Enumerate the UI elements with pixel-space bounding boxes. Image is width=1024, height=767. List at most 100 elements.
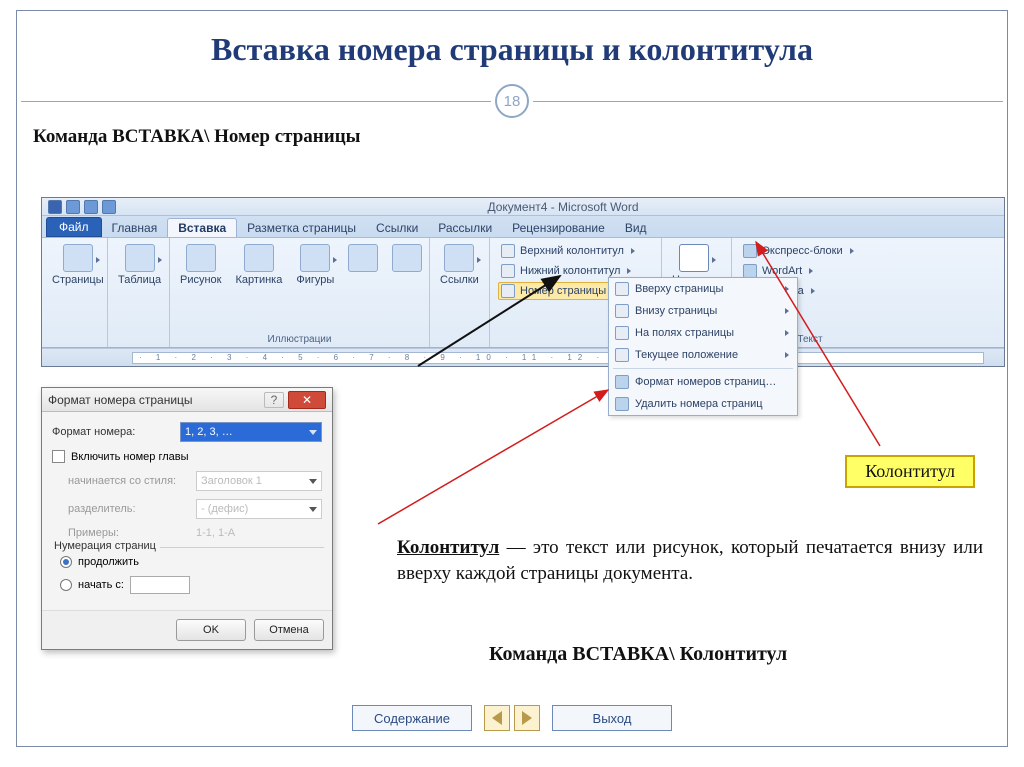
definition-paragraph: Колонтитул — это текст или рисунок, кото… — [397, 535, 983, 586]
header-button[interactable]: Верхний колонтитул — [498, 242, 653, 260]
group-links: Ссылки — [430, 238, 490, 347]
quickparts-icon — [743, 244, 757, 258]
radio-continue[interactable] — [60, 556, 72, 568]
dialog-titlebar: Формат номера страницы ? ✕ — [42, 388, 332, 412]
dd-page-margins[interactable]: На полях страницы — [609, 322, 797, 344]
radio-start-at[interactable] — [60, 579, 72, 591]
chevron-down-icon — [309, 479, 317, 484]
redo-icon[interactable] — [102, 200, 116, 214]
page-margins-icon — [615, 326, 629, 340]
tab-insert[interactable]: Вставка — [167, 218, 237, 237]
chevron-down-icon — [309, 430, 317, 435]
arrow-right-icon — [522, 711, 532, 725]
textbox-icon — [679, 244, 709, 272]
tab-view[interactable]: Вид — [615, 219, 657, 237]
tab-mailings[interactable]: Рассылки — [428, 219, 502, 237]
shapes-label: Фигуры — [296, 274, 334, 286]
command-insert-pagenum: Команда ВСТАВКА\ Номер страницы — [33, 126, 1007, 148]
starts-style-combo: Заголовок 1 — [196, 471, 322, 491]
ruler: · 1 · 2 · 3 · 4 · 5 · 6 · 7 · 8 · 9 · 10… — [42, 348, 1004, 366]
dd-remove-page-numbers[interactable]: Удалить номера страниц — [609, 393, 797, 415]
tab-file[interactable]: Файл — [46, 217, 102, 237]
contents-button[interactable]: Содержание — [352, 705, 472, 731]
header-icon — [501, 244, 515, 258]
next-slide-button[interactable] — [514, 705, 540, 731]
links-label: Ссылки — [440, 274, 479, 286]
footer-icon — [501, 264, 515, 278]
table-button[interactable]: Таблица — [116, 242, 163, 288]
dd-bottom-of-page[interactable]: Внизу страницы — [609, 300, 797, 322]
shapes-button[interactable]: Фигуры — [294, 242, 336, 288]
wordart-icon — [743, 264, 757, 278]
dialog-title: Формат номера страницы — [48, 393, 193, 407]
smartart-button[interactable] — [346, 242, 380, 274]
dd-margins-label: На полях страницы — [635, 327, 734, 339]
include-chapter-label: Включить номер главы — [71, 451, 189, 463]
tab-layout[interactable]: Разметка страницы — [237, 219, 366, 237]
links-button[interactable]: Ссылки — [438, 242, 481, 288]
table-icon — [125, 244, 155, 272]
clipart-label: Картинка — [236, 274, 283, 286]
current-pos-icon — [615, 348, 629, 362]
include-chapter-checkbox[interactable] — [52, 450, 65, 463]
exit-button[interactable]: Выход — [552, 705, 672, 731]
group-tables: Таблица — [108, 238, 170, 347]
save-icon[interactable] — [66, 200, 80, 214]
prev-slide-button[interactable] — [484, 705, 510, 731]
word-icon — [48, 200, 62, 214]
page-top-icon — [615, 282, 629, 296]
chevron-down-icon — [811, 288, 815, 294]
wordart-label: WordArt — [762, 265, 802, 277]
format-icon — [615, 375, 629, 389]
group-pages: Страницы — [42, 238, 108, 347]
page-number-format-dialog: Формат номера страницы ? ✕ Формат номера… — [41, 387, 333, 650]
submenu-arrow-icon — [785, 308, 789, 314]
picture-label: Рисунок — [180, 274, 222, 286]
callout-kolontitul: Колонтитул — [845, 455, 975, 488]
radio-start-label: начать с: — [78, 579, 124, 591]
dd-bottom-label: Внизу страницы — [635, 305, 717, 317]
dd-format-page-numbers[interactable]: Формат номеров страниц… — [609, 371, 797, 393]
dd-top-of-page[interactable]: Вверху страницы — [609, 278, 797, 300]
dd-current-position[interactable]: Текущее положение — [609, 344, 797, 366]
chart-button[interactable] — [390, 242, 424, 274]
links-icon — [444, 244, 474, 272]
quickparts-button[interactable]: Экспресс-блоки — [740, 242, 880, 260]
ok-button[interactable]: OK — [176, 619, 246, 641]
submenu-arrow-icon — [785, 352, 789, 358]
starts-style-value: Заголовок 1 — [201, 475, 262, 487]
tab-home[interactable]: Главная — [102, 219, 168, 237]
cancel-button[interactable]: Отмена — [254, 619, 324, 641]
separator-value: - (дефис) — [201, 503, 248, 515]
chevron-down-icon — [850, 248, 854, 254]
pages-button[interactable]: Страницы — [50, 242, 106, 288]
format-value: 1, 2, 3, … — [185, 426, 233, 438]
tab-review[interactable]: Рецензирование — [502, 219, 615, 237]
start-at-spinner[interactable] — [130, 576, 190, 594]
page-number-badge: 18 — [495, 84, 529, 118]
window-title: Документ4 - Microsoft Word — [122, 200, 1004, 214]
remove-icon — [615, 397, 629, 411]
help-button[interactable]: ? — [264, 392, 284, 408]
quick-access-toolbar — [42, 200, 122, 214]
picture-button[interactable]: Рисунок — [178, 242, 224, 288]
submenu-arrow-icon — [785, 330, 789, 336]
chart-icon — [392, 244, 422, 272]
separator-label: разделитель: — [68, 503, 188, 515]
undo-icon[interactable] — [84, 200, 98, 214]
clipart-button[interactable]: Картинка — [234, 242, 285, 288]
examples-label: Примеры: — [68, 527, 188, 539]
dd-remove-label: Удалить номера страниц — [635, 398, 763, 410]
format-combo[interactable]: 1, 2, 3, … — [180, 422, 322, 442]
page-number-row: 18 — [17, 84, 1007, 118]
dd-top-label: Вверху страницы — [635, 283, 723, 295]
chevron-down-icon — [809, 268, 813, 274]
command-insert-header: Команда ВСТАВКА\ Колонтитул — [489, 643, 787, 666]
tab-references[interactable]: Ссылки — [366, 219, 428, 237]
close-button[interactable]: ✕ — [288, 391, 326, 409]
chevron-down-icon — [631, 248, 635, 254]
radio-continue-label: продолжить — [78, 556, 139, 568]
header-label: Верхний колонтитул — [520, 245, 624, 257]
word-window: Документ4 - Microsoft Word Файл Главная … — [41, 197, 1005, 367]
separator-combo: - (дефис) — [196, 499, 322, 519]
